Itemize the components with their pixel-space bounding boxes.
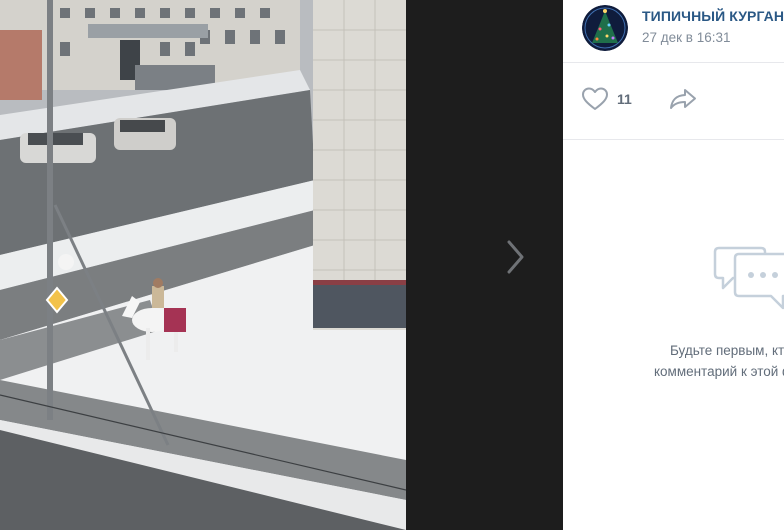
like-button[interactable]: 11 xyxy=(581,85,632,113)
next-photo-button[interactable] xyxy=(496,232,536,282)
empty-comments-line-1: Будьте первым, кто оставит xyxy=(669,343,784,358)
heart-icon xyxy=(582,87,608,110)
post-side-panel: ТИПИЧНЫЙ КУРГАН 27 дек в 16:31 11 Будьте… xyxy=(563,0,784,530)
share-button[interactable] xyxy=(668,87,698,116)
empty-comments-line-2: комментарий к этой фотографии xyxy=(653,364,784,379)
photo-viewer xyxy=(0,0,563,530)
like-count: 11 xyxy=(617,91,632,107)
share-arrow-icon xyxy=(670,89,696,109)
chevron-right-icon xyxy=(507,240,524,274)
photo[interactable] xyxy=(0,0,406,530)
christmas-tree-avatar-icon xyxy=(582,5,628,51)
chat-bubble-icon xyxy=(711,244,784,321)
group-avatar[interactable] xyxy=(582,5,628,51)
post-date-link[interactable]: 27 дек в 16:31 xyxy=(642,30,731,45)
empty-comments-message: Будьте первым, кто оставит комментарий к… xyxy=(627,340,784,382)
group-name-link[interactable]: ТИПИЧНЫЙ КУРГАН xyxy=(642,8,784,24)
post-header: ТИПИЧНЫЙ КУРГАН 27 дек в 16:31 xyxy=(563,0,784,63)
comments-empty-state: Будьте первым, кто оставит комментарий к… xyxy=(563,140,784,530)
post-actions: 11 xyxy=(563,63,784,140)
